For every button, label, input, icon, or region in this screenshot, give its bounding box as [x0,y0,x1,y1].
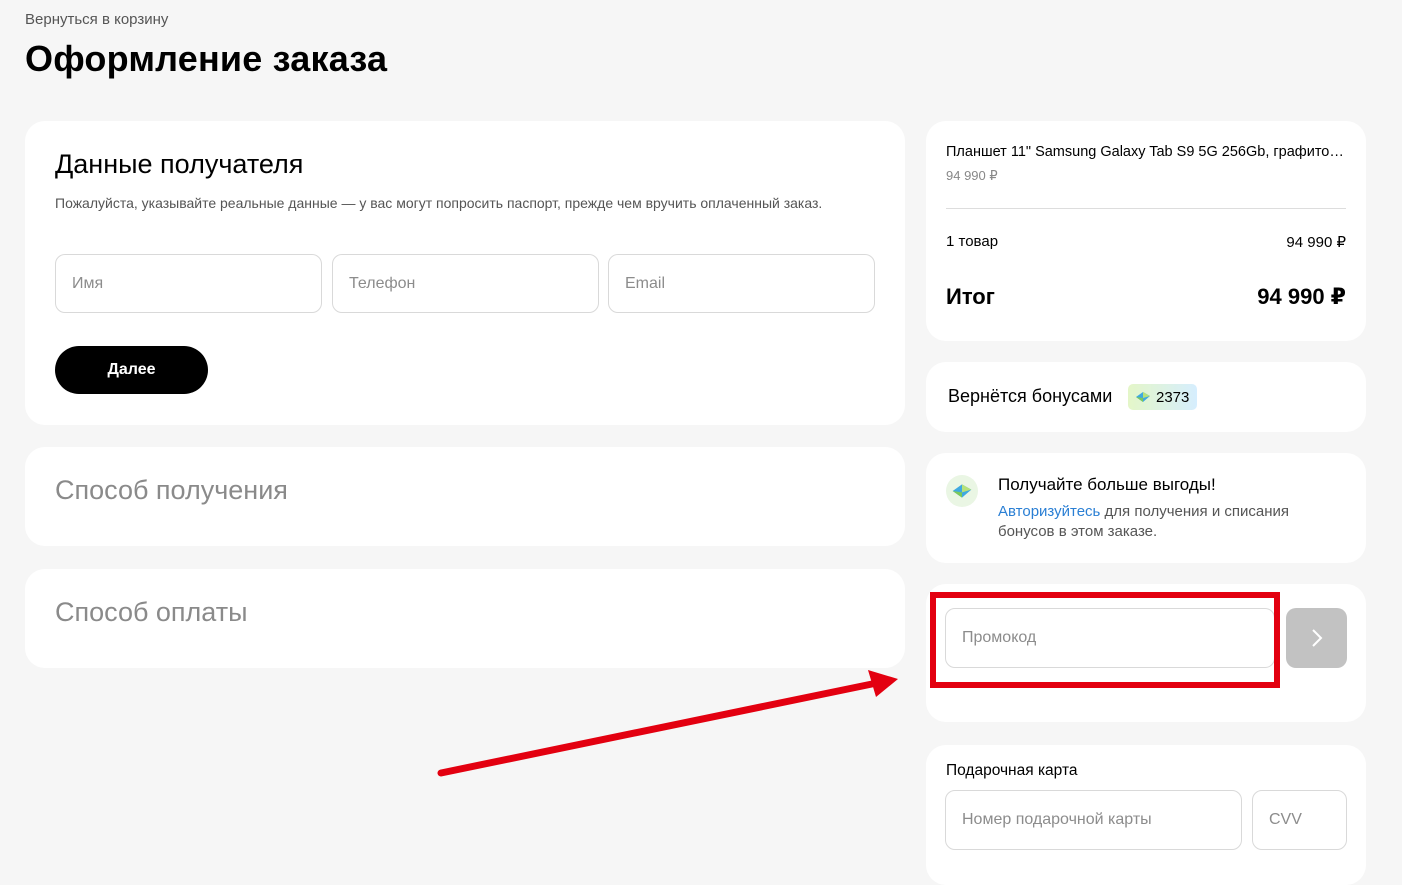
bonus-label: Вернётся бонусами [948,386,1113,406]
bonus-gem-icon [946,475,978,507]
gift-card-card: Подарочная карта [926,745,1366,885]
recipient-section-title: Данные получателя [55,149,304,179]
chevron-right-icon [1311,629,1322,647]
delivery-method-card[interactable]: Способ получения [25,447,905,546]
bonus-value: 2373 [1156,388,1190,406]
delivery-section-title: Способ получения [55,475,288,505]
total-label: Итог [946,284,995,309]
bonus-badge: 2373 [1128,384,1198,410]
items-sum: 94 990 ₽ [1286,234,1346,251]
gift-card-title: Подарочная карта [946,762,1078,779]
bonus-gem-icon [1136,392,1150,402]
order-summary-card: Планшет 11" Samsung Galaxy Tab S9 5G 256… [926,121,1366,341]
back-to-cart-link[interactable]: Вернуться в корзину [25,11,168,28]
gift-card-number-input[interactable] [945,790,1242,850]
summary-divider [946,208,1346,209]
benefit-description: Авторизуйтесь для получения и списания б… [998,502,1338,542]
phone-input[interactable] [332,254,599,313]
product-name[interactable]: Планшет 11" Samsung Galaxy Tab S9 5G 256… [946,144,1346,160]
annotation-highlight-box [930,592,1280,688]
email-input[interactable] [608,254,875,313]
payment-method-card[interactable]: Способ оплаты [25,569,905,668]
benefit-title: Получайте больше выгоды! [998,475,1216,494]
items-count: 1 товар [946,233,999,250]
recipient-card: Данные получателя Пожалуйста, указывайте… [25,121,905,425]
name-input[interactable] [55,254,322,313]
login-benefit-card: Получайте больше выгоды! Авторизуйтесь д… [926,453,1366,563]
total-value: 94 990 ₽ [1257,284,1346,309]
recipient-hint: Пожалуйста, указывайте реальные данные —… [55,195,823,211]
gift-card-cvv-input[interactable] [1252,790,1347,850]
next-button[interactable]: Далее [55,346,208,394]
apply-promocode-button[interactable] [1286,608,1347,668]
page-title: Оформление заказа [25,38,388,79]
payment-section-title: Способ оплаты [55,597,248,627]
login-link[interactable]: Авторизуйтесь [998,503,1100,520]
bonus-card: Вернётся бонусами 2373 [926,362,1366,432]
product-price: 94 990 ₽ [946,168,998,183]
